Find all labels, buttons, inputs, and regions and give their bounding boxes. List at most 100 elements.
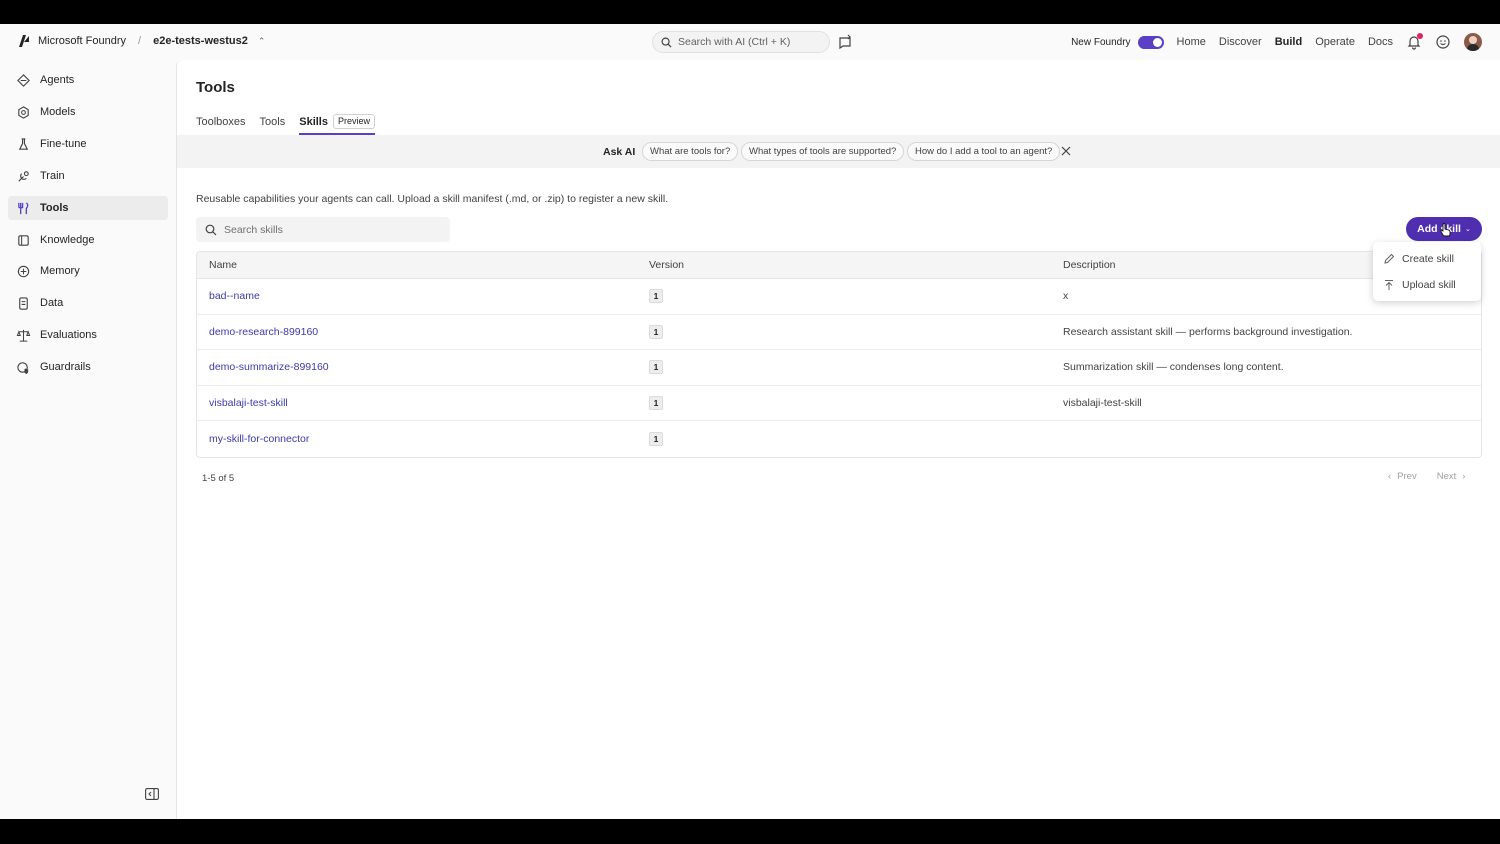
pagination: ‹ Prev Next › xyxy=(1388,471,1465,482)
ask-ai-chip[interactable]: What are tools for? xyxy=(642,142,739,161)
sidebar-item-guardrails[interactable]: Guardrails xyxy=(8,355,168,379)
notification-dot xyxy=(1417,33,1423,39)
sidebar: Agents Models Fine-tune Train Tools Know… xyxy=(0,60,175,819)
version-badge: 1 xyxy=(649,395,663,410)
sidebar-item-evaluations[interactable]: Evaluations xyxy=(8,323,168,347)
sidebar-item-label: Data xyxy=(40,297,64,309)
ai-search-placeholder: Search with AI (Ctrl + K) xyxy=(678,36,791,48)
version-badge: 1 xyxy=(649,289,663,304)
nav-discover[interactable]: Discover xyxy=(1219,36,1262,48)
sidebar-item-tools[interactable]: Tools xyxy=(8,196,168,220)
new-foundry-toggle[interactable] xyxy=(1137,35,1164,49)
skill-name-link[interactable]: my-skill-for-connector xyxy=(209,433,309,445)
top-bar: Microsoft Foundry / e2e-tests-westus2 ⌃ … xyxy=(0,24,1500,60)
page-title: Tools xyxy=(196,79,235,96)
version-badge: 1 xyxy=(649,324,663,339)
sidebar-item-data[interactable]: Data xyxy=(8,291,168,315)
skill-name-link[interactable]: demo-summarize-899160 xyxy=(209,361,329,373)
sidebar-item-label: Memory xyxy=(40,265,80,277)
chevron-left-icon[interactable]: ‹ xyxy=(1388,471,1391,482)
sidebar-item-fine-tune[interactable]: Fine-tune xyxy=(8,132,168,156)
tab-toolboxes[interactable]: Toolboxes xyxy=(196,115,246,135)
table-row[interactable]: bad--name 1 x xyxy=(197,279,1481,315)
sidebar-item-models[interactable]: Models xyxy=(8,100,168,124)
brand[interactable]: Microsoft Foundry / e2e-tests-westus2 ⌃ xyxy=(16,33,265,49)
menu-item-label: Create skill xyxy=(1402,252,1454,265)
preview-badge: Preview xyxy=(332,114,375,129)
project-selector[interactable]: e2e-tests-westus2 xyxy=(153,35,248,47)
column-header-version[interactable]: Version xyxy=(649,259,1063,271)
skill-description: Research assistant skill — performs back… xyxy=(1063,325,1353,338)
hand-cursor-icon xyxy=(1440,223,1451,237)
main-content: Tools Toolboxes Tools Skills Preview Ask… xyxy=(176,60,1500,819)
skills-search-input[interactable] xyxy=(224,223,434,236)
breadcrumb-separator: / xyxy=(138,35,142,47)
pagination-count: 1-5 of 5 xyxy=(202,473,235,484)
sidebar-item-label: Train xyxy=(40,170,65,182)
ai-search-box[interactable]: Search with AI (Ctrl + K) xyxy=(652,31,830,53)
table-row[interactable]: demo-research-899160 1 Research assistan… xyxy=(197,315,1481,350)
chevron-right-icon[interactable]: › xyxy=(1462,471,1465,482)
prev-button[interactable]: Prev xyxy=(1397,471,1417,482)
collapse-sidebar-icon[interactable] xyxy=(145,788,159,800)
sidebar-item-label: Fine-tune xyxy=(40,138,87,150)
pencil-icon xyxy=(1384,253,1395,264)
table-header: Name Version Description xyxy=(197,252,1481,279)
tab-skills[interactable]: Skills Preview xyxy=(299,114,375,135)
skills-description: Reusable capabilities your agents can ca… xyxy=(196,193,669,205)
tab-tools[interactable]: Tools xyxy=(260,115,286,135)
sidebar-item-knowledge[interactable]: Knowledge xyxy=(8,228,168,252)
chevron-updown-icon[interactable]: ⌃ xyxy=(258,36,266,47)
user-avatar[interactable] xyxy=(1464,33,1482,51)
menu-item-create-skill[interactable]: Create skill xyxy=(1373,246,1481,271)
column-header-name[interactable]: Name xyxy=(197,259,649,271)
data-icon xyxy=(19,296,28,310)
table-row[interactable]: visbalaji-test-skill 1 visbalaji-test-sk… xyxy=(197,386,1481,421)
agents-icon xyxy=(17,73,30,87)
skill-name-link[interactable]: demo-research-899160 xyxy=(209,326,318,338)
foundry-logo-icon xyxy=(19,35,29,47)
close-icon[interactable] xyxy=(1061,146,1071,156)
nav-docs[interactable]: Docs xyxy=(1368,36,1393,48)
upload-icon xyxy=(1385,279,1393,290)
search-icon xyxy=(205,224,217,235)
skill-name-link[interactable]: visbalaji-test-skill xyxy=(209,397,288,409)
scales-icon xyxy=(16,329,31,342)
tab-list: Toolboxes Tools Skills Preview xyxy=(196,114,375,135)
menu-item-upload-skill[interactable]: Upload skill xyxy=(1373,272,1481,297)
feedback-smiley-icon[interactable] xyxy=(1435,34,1451,50)
sidebar-item-label: Guardrails xyxy=(40,361,91,373)
chat-refresh-icon[interactable] xyxy=(836,33,854,51)
sidebar-item-memory[interactable]: Memory xyxy=(8,259,168,283)
tools-icon xyxy=(18,201,29,214)
sidebar-item-agents[interactable]: Agents xyxy=(8,68,168,92)
nav-home[interactable]: Home xyxy=(1177,36,1206,48)
sidebar-item-label: Knowledge xyxy=(40,234,95,246)
skills-search[interactable] xyxy=(196,217,450,242)
sidebar-item-label: Agents xyxy=(40,74,75,86)
add-skill-menu: Create skill Upload skill xyxy=(1373,242,1481,301)
flask-icon xyxy=(18,137,29,150)
sidebar-item-label: Models xyxy=(40,106,76,118)
new-foundry-label: New Foundry xyxy=(1071,36,1131,48)
version-badge: 1 xyxy=(649,360,663,375)
memory-icon xyxy=(17,265,30,277)
app-window: Microsoft Foundry / e2e-tests-westus2 ⌃ … xyxy=(0,24,1500,819)
ask-ai-bar: Ask AI What are tools for? What types of… xyxy=(177,135,1500,168)
skill-name-link[interactable]: bad--name xyxy=(209,290,260,302)
sidebar-item-label: Tools xyxy=(40,202,69,214)
table-row[interactable]: demo-summarize-899160 1 Summarization sk… xyxy=(197,350,1481,386)
knowledge-icon xyxy=(18,234,29,246)
ask-ai-chip[interactable]: What types of tools are supported? xyxy=(741,142,905,161)
train-icon xyxy=(18,170,29,182)
nav-build[interactable]: Build xyxy=(1275,36,1303,48)
skill-description: visbalaji-test-skill xyxy=(1063,396,1142,409)
ask-ai-chip[interactable]: How do I add a tool to an agent? xyxy=(907,142,1061,161)
notifications-bell-icon[interactable] xyxy=(1406,33,1423,50)
table-row[interactable]: my-skill-for-connector 1 xyxy=(197,421,1481,457)
nav-operate[interactable]: Operate xyxy=(1315,36,1355,48)
models-icon xyxy=(18,105,29,119)
next-button[interactable]: Next xyxy=(1437,471,1457,482)
menu-item-label: Upload skill xyxy=(1402,278,1456,291)
sidebar-item-train[interactable]: Train xyxy=(8,164,168,188)
